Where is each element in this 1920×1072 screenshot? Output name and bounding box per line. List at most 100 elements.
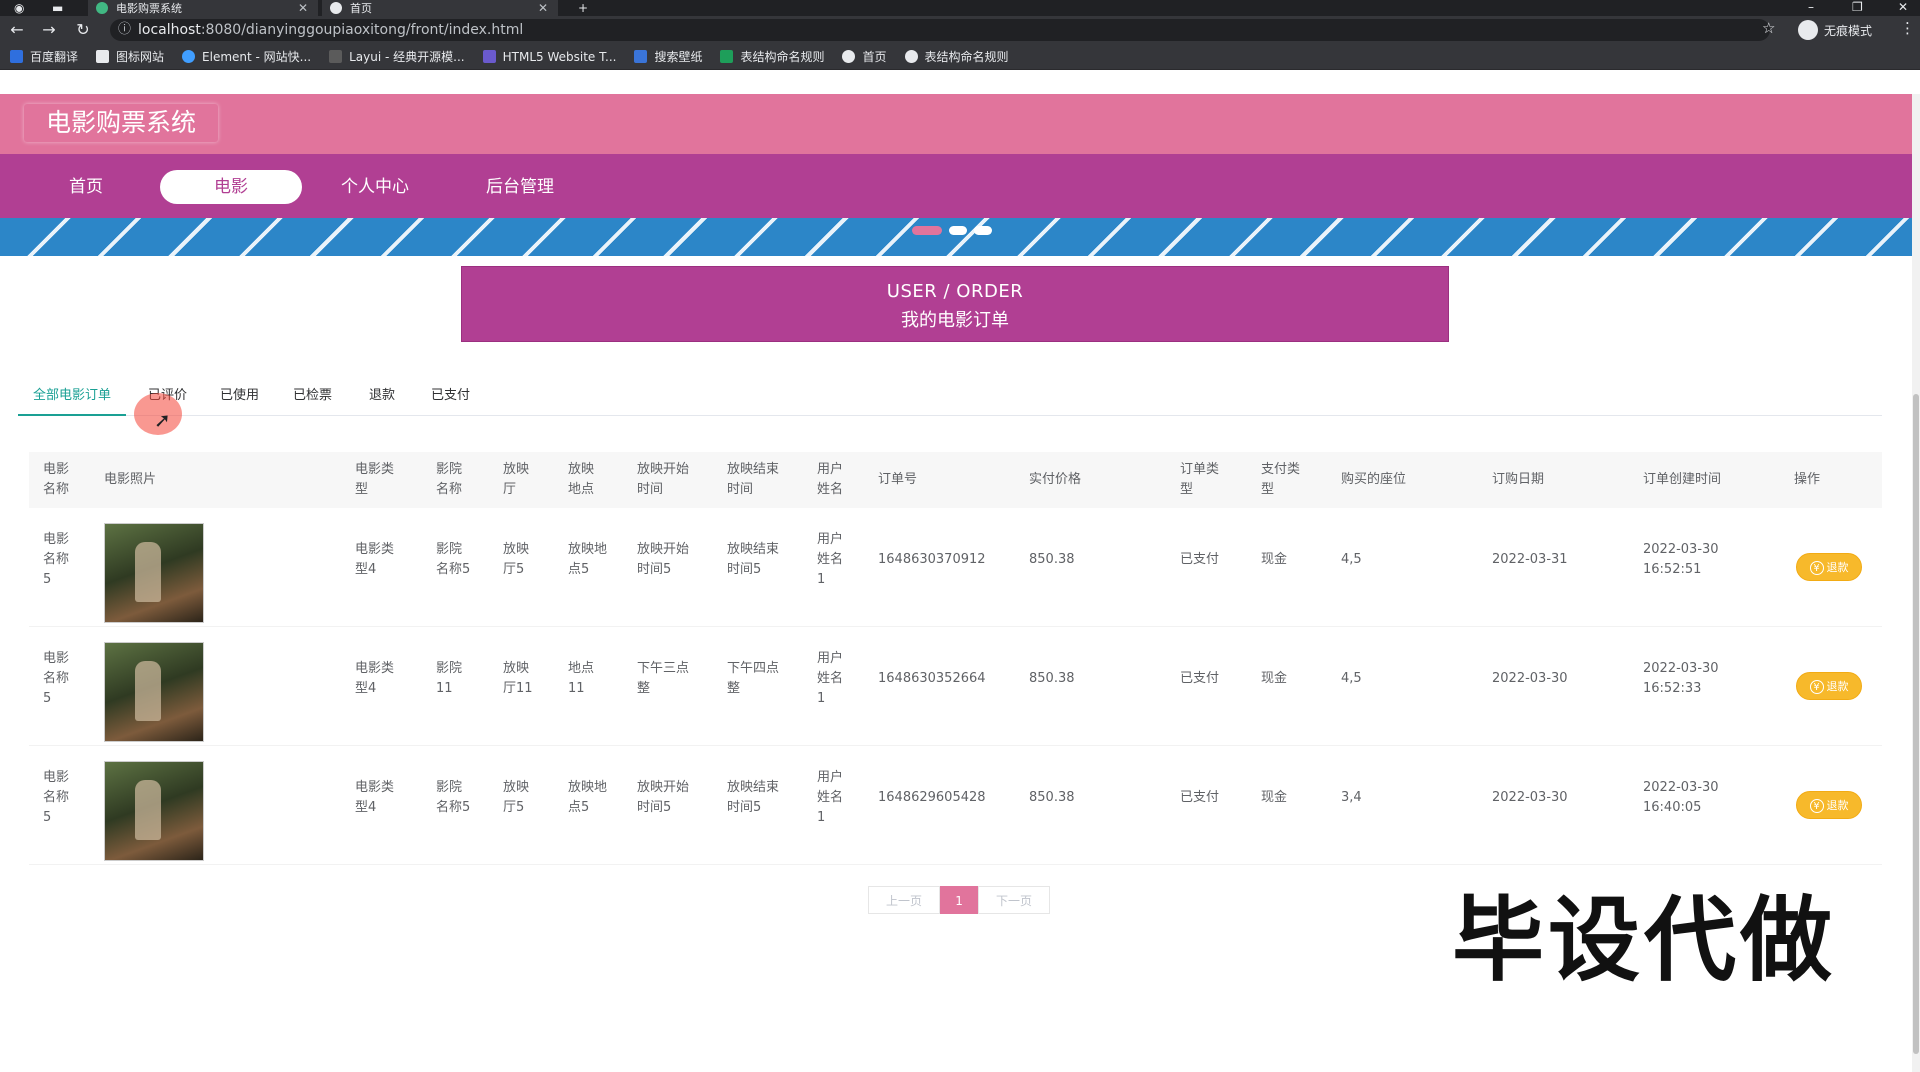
page-scrollbar[interactable] (1912, 94, 1920, 1072)
wallpaper-icon (634, 50, 648, 63)
bookmark-item[interactable]: 百度翻译 (10, 48, 78, 65)
browser-tab-title: 电影购票系统 (116, 2, 182, 15)
refund-button[interactable]: ¥ 退款 (1796, 553, 1862, 581)
sheet-icon (720, 50, 734, 63)
nav-home[interactable]: 首页 (16, 170, 156, 204)
profile-label: 无痕模式 (1824, 23, 1873, 38)
scrollbar-thumb[interactable] (1913, 394, 1919, 1054)
bookmark-item[interactable]: Element - 网站快... (182, 48, 311, 65)
cell-movie-name: 电影名称5 (43, 651, 70, 706)
url-field[interactable]: ⓘ localhost:8080/dianyinggoupiaoxitong/f… (110, 19, 1770, 41)
bookmark-label: 图标网站 (116, 50, 165, 64)
vue-icon (96, 2, 108, 14)
col-header: 订购日期 (1492, 472, 1545, 487)
col-header: 放映结束时间 (727, 462, 780, 497)
order-tabs: 全部电影订单 已评价 已使用 已检票 退款 已支付 (18, 378, 1882, 416)
chrome-icon[interactable]: ◉ (14, 1, 24, 15)
page-number-button[interactable]: 1 (940, 886, 979, 914)
bookmark-item[interactable]: 图标网站 (96, 48, 164, 65)
col-header: 用户姓名 (817, 462, 844, 497)
movie-photo (104, 761, 204, 861)
carousel-indicators (912, 226, 999, 235)
globe-icon (330, 2, 342, 14)
cell-date: 2022-03-30 (1492, 790, 1568, 805)
col-header: 影院名称 (436, 462, 463, 497)
refund-button[interactable]: ¥ 退款 (1796, 791, 1862, 819)
watermark-overlay: 毕设代做 (1452, 887, 1837, 994)
bookmark-star-icon[interactable]: ☆ (1762, 19, 1775, 37)
tab-search-icon[interactable]: ▬ (52, 1, 63, 15)
order-table: 电影名称 电影照片 电影类型 影院名称 放映厅 放映地点 放映开始时间 放映结束… (29, 452, 1882, 865)
tab-checked[interactable]: 已检票 (293, 384, 332, 416)
nav-movie[interactable]: 电影 (160, 170, 302, 204)
refund-label: 退款 (1826, 680, 1849, 693)
bookmark-label: Layui - 经典开源模... (349, 50, 465, 64)
tab-paid[interactable]: 已支付 (431, 384, 470, 416)
col-header: 电影照片 (104, 472, 157, 487)
cell-user: 用户姓名1 (817, 651, 844, 706)
bookmark-item[interactable]: Layui - 经典开源模... (329, 48, 465, 65)
nav-profile[interactable]: 个人中心 (305, 170, 445, 204)
cell-created: 2022-03-30 16:52:51 (1643, 542, 1719, 577)
window-close-icon[interactable]: ✕ (1898, 0, 1908, 14)
bookmark-item[interactable]: 表结构命名规则 (720, 48, 824, 65)
layui-icon (329, 50, 343, 63)
menu-icon[interactable]: ⋮ (1900, 19, 1915, 37)
col-header: 放映地点 (568, 462, 595, 497)
bookmark-item[interactable]: 表结构命名规则 (904, 48, 1009, 65)
col-header: 订单类型 (1180, 462, 1220, 497)
cell-cinema: 影院名称5 (436, 542, 471, 577)
cell-date: 2022-03-31 (1492, 552, 1568, 567)
bookmark-label: 表结构命名规则 (740, 50, 825, 64)
globe-icon (904, 50, 918, 63)
carousel-dot[interactable] (974, 226, 992, 235)
info-icon[interactable]: ⓘ (118, 19, 131, 41)
refund-label: 退款 (1826, 561, 1849, 574)
cell-created: 2022-03-30 16:52:33 (1643, 661, 1719, 696)
bookmark-label: 表结构命名规则 (924, 50, 1009, 64)
browser-tab-home[interactable]: 首页 ✕ (322, 0, 558, 16)
refund-icon: ¥ (1809, 680, 1824, 694)
back-icon[interactable]: ← (6, 19, 28, 41)
bookmarks-bar: 百度翻译 图标网站 Element - 网站快... Layui - 经典开源模… (0, 44, 1920, 70)
nav-admin[interactable]: 后台管理 (450, 170, 590, 204)
cell-seat: 4,5 (1341, 552, 1362, 567)
cell-end: 下午四点整 (727, 661, 780, 696)
col-header: 操作 (1794, 472, 1821, 487)
close-icon[interactable]: ✕ (538, 1, 548, 15)
bookmark-item[interactable]: HTML5 Website T... (482, 50, 616, 64)
cell-start: 放映开始时间5 (637, 780, 690, 815)
new-tab-icon[interactable]: + (578, 1, 588, 15)
refund-button[interactable]: ¥ 退款 (1796, 672, 1862, 700)
browser-tab-system[interactable]: 电影购票系统 ✕ (88, 0, 318, 16)
tab-all-orders[interactable]: 全部电影订单 (18, 384, 127, 416)
cell-start: 放映开始时间5 (637, 542, 690, 577)
bookmark-item[interactable]: 首页 (842, 48, 887, 65)
bookmark-item[interactable]: 搜索壁纸 (634, 48, 702, 65)
restore-icon[interactable]: ❐ (1852, 0, 1863, 14)
mouse-cursor-icon: ➚ (154, 408, 171, 432)
cell-user: 用户姓名1 (817, 532, 844, 587)
banner-carousel (0, 218, 1912, 256)
reload-icon[interactable]: ↻ (72, 19, 94, 41)
refund-icon: ¥ (1809, 561, 1824, 575)
cell-cinema: 影院名称5 (436, 780, 471, 815)
minimize-icon[interactable]: – (1808, 0, 1814, 14)
bookmark-label: 百度翻译 (30, 50, 79, 64)
forward-icon[interactable]: → (38, 19, 60, 41)
url-path: :8080/dianyinggoupiaoxitong/front/index.… (200, 22, 524, 38)
carousel-dot[interactable] (949, 226, 967, 235)
cell-price: 850.38 (1029, 552, 1075, 567)
carousel-dot[interactable] (912, 226, 942, 235)
profile-button[interactable]: 无痕模式 (1798, 20, 1872, 40)
browser-tab-title: 首页 (350, 2, 372, 15)
tab-used[interactable]: 已使用 (220, 384, 259, 416)
cell-place: 地点11 (568, 661, 595, 696)
col-header: 实付价格 (1029, 472, 1082, 487)
close-icon[interactable]: ✕ (298, 1, 308, 15)
next-page-button[interactable]: 下一页 (978, 886, 1051, 914)
globe-icon (842, 50, 856, 63)
cell-seat: 4,5 (1341, 671, 1362, 686)
prev-page-button[interactable]: 上一页 (868, 886, 941, 914)
tab-refund[interactable]: 退款 (369, 384, 395, 416)
